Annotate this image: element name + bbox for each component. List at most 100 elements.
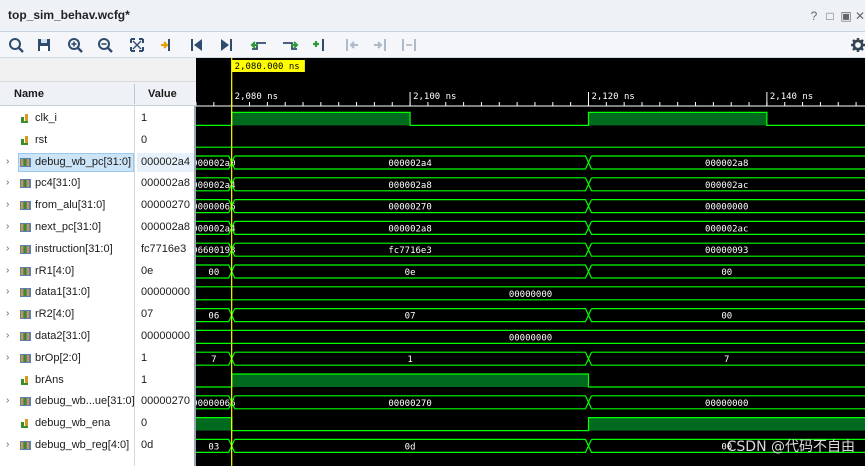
signal-row-9[interactable]: › rR2[4:0] 07 <box>0 304 194 325</box>
chevron-right-icon[interactable]: › <box>6 156 14 168</box>
waveform-pane[interactable]: 2,080 ns 2,100 ns 2,120 ns 2,140 ns 000002a0… <box>196 58 865 466</box>
signal-row-15[interactable]: › debug_wb_reg[4:0] 0d <box>0 435 194 456</box>
ruler-tick-label: 2,100 ns <box>413 92 456 102</box>
bus-segment-value: 7 <box>211 355 216 365</box>
chevron-right-icon[interactable]: › <box>6 177 14 189</box>
signal-value: 0 <box>141 417 148 430</box>
signal-value: 1 <box>141 373 148 386</box>
bus-segment-value: 00000000 <box>705 399 748 409</box>
bus-segment-value: 7 <box>724 355 729 365</box>
signal-row-5[interactable]: › next_pc[31:0] 000002a8 <box>0 217 194 238</box>
signal-value: 00000270 <box>141 395 190 408</box>
bus-segment-value: 07 <box>405 312 416 322</box>
bit-signal-icon <box>20 135 31 146</box>
signal-name: brOp[2:0] <box>35 351 81 364</box>
signal-row-0[interactable]: clk_i 1 <box>0 108 194 129</box>
wave-window-titlebar: top_sim_behav.wcfg* ? □ ▣ ✕ <box>0 0 865 32</box>
signal-row-10[interactable]: › data2[31:0] 00000000 <box>0 326 194 347</box>
next-transition-icon[interactable] <box>281 36 299 54</box>
help-button[interactable]: ? <box>808 10 820 22</box>
chevron-right-icon[interactable]: › <box>6 265 14 277</box>
bus-signal-icon <box>20 266 31 277</box>
signal-name: rR1[4:0] <box>35 264 75 277</box>
chevron-right-icon[interactable]: › <box>6 308 14 320</box>
restore-button[interactable]: □ <box>824 10 836 22</box>
signal-row-13[interactable]: › debug_wb...ue[31:0] 00000270 <box>0 391 194 412</box>
value-column-header[interactable]: Value <box>148 88 177 100</box>
signal-value: 0d <box>141 439 154 451</box>
window-title: top_sim_behav.wcfg* <box>8 8 130 22</box>
chevron-right-icon[interactable]: › <box>6 439 14 451</box>
bus-segment-value: 000002a4 <box>196 224 236 234</box>
cursor-time-label: 2,080.000 ns <box>235 62 300 72</box>
go-to-time-zero-icon[interactable] <box>188 36 206 54</box>
signal-value: 00000270 <box>141 199 190 212</box>
signal-name: from_alu[31:0] <box>35 199 106 212</box>
signal-row-11[interactable]: › brOp[2:0] 1 <box>0 348 194 369</box>
column-divider[interactable] <box>134 84 135 104</box>
signal-value: 000002a4 <box>141 155 190 168</box>
save-icon[interactable] <box>35 36 53 54</box>
bit-high-fill <box>588 112 767 126</box>
swap-cursors-icon[interactable] <box>400 36 418 54</box>
signal-value: 1 <box>141 112 148 124</box>
bit-signal-icon <box>20 113 31 124</box>
zoom-in-icon[interactable] <box>66 36 84 54</box>
next-marker-icon[interactable] <box>372 36 390 54</box>
ruler-tick-label: 2,120 ns <box>591 92 634 102</box>
chevron-right-icon[interactable]: › <box>6 243 14 255</box>
search-icon[interactable] <box>7 36 25 54</box>
signal-row-8[interactable]: › data1[31:0] 00000000 <box>0 282 194 303</box>
signal-list-pane: Name Value clk_i 1 rst 0 › debug_wb_pc[31:0] 0… <box>0 58 196 466</box>
bus-segment-value: 0d <box>405 442 416 452</box>
signal-row-1[interactable]: rst 0 <box>0 130 194 151</box>
signal-value: 0 <box>141 133 148 146</box>
maximize-button[interactable]: ▣ <box>840 10 852 22</box>
chevron-right-icon[interactable]: › <box>6 352 14 364</box>
signal-row-4[interactable]: › from_alu[31:0] 00000270 <box>0 195 194 216</box>
chevron-right-icon[interactable]: › <box>6 199 14 211</box>
chevron-right-icon[interactable]: › <box>6 221 14 233</box>
signal-name: rst <box>35 133 48 146</box>
ruler-tick-label: 2,080 ns <box>235 92 278 102</box>
bus-segment-value: 000002ac <box>705 224 748 234</box>
name-column-header[interactable]: Name <box>14 88 44 100</box>
go-to-cursor-icon[interactable] <box>158 36 176 54</box>
signal-row-7[interactable]: › rR1[4:0] 0e <box>0 261 194 282</box>
signal-row-6[interactable]: › instruction[31:0] fc7716e3 <box>0 239 194 260</box>
bus-segment-value: 06 <box>208 312 219 322</box>
signal-value: fc7716e3 <box>141 242 187 255</box>
signal-row-2[interactable]: › debug_wb_pc[31:0] 000002a4 <box>0 152 194 173</box>
signal-list-header: Name Value <box>0 82 196 106</box>
signal-value: 000002a8 <box>141 221 190 233</box>
bus-segment-value: 00 <box>721 268 732 278</box>
previous-transition-icon[interactable] <box>250 36 268 54</box>
signal-name: pc4[31:0] <box>35 177 81 190</box>
chevron-right-icon[interactable]: › <box>6 286 14 298</box>
bus-signal-icon <box>20 200 31 211</box>
bus-segment-value: 000002a4 <box>388 159 431 169</box>
bus-signal-icon <box>20 244 31 255</box>
signal-name: debug_wb_ena <box>35 417 111 430</box>
bus-segment-value: fc7716e3 <box>388 246 431 256</box>
chevron-right-icon[interactable]: › <box>6 395 14 407</box>
close-button[interactable]: ✕ <box>854 10 865 22</box>
signal-row-3[interactable]: › pc4[31:0] 000002a8 <box>0 173 194 194</box>
bus-segment-value: 00000093 <box>705 246 748 256</box>
go-to-last-time-icon[interactable] <box>217 36 235 54</box>
watermark: CSDN @代码不自由 <box>726 439 855 455</box>
signal-row-14[interactable]: debug_wb_ena 0 <box>0 413 194 434</box>
zoom-fit-icon[interactable] <box>128 36 146 54</box>
gear-icon[interactable] <box>849 36 865 54</box>
add-marker-icon[interactable] <box>311 36 329 54</box>
signal-name: rR2[4:0] <box>35 308 75 321</box>
chevron-right-icon[interactable]: › <box>6 330 14 342</box>
waveform-canvas[interactable]: 2,080 ns 2,100 ns 2,120 ns 2,140 ns 000002a0… <box>196 58 865 466</box>
bit-high-fill <box>196 417 232 431</box>
bus-segment-value: 00000066 <box>196 399 236 409</box>
signal-row-12[interactable]: brAns 1 <box>0 370 194 391</box>
signal-name: instruction[31:0] <box>35 242 113 255</box>
zoom-out-icon[interactable] <box>96 36 114 54</box>
previous-marker-icon[interactable] <box>342 36 360 54</box>
signal-value: 1 <box>141 351 148 364</box>
